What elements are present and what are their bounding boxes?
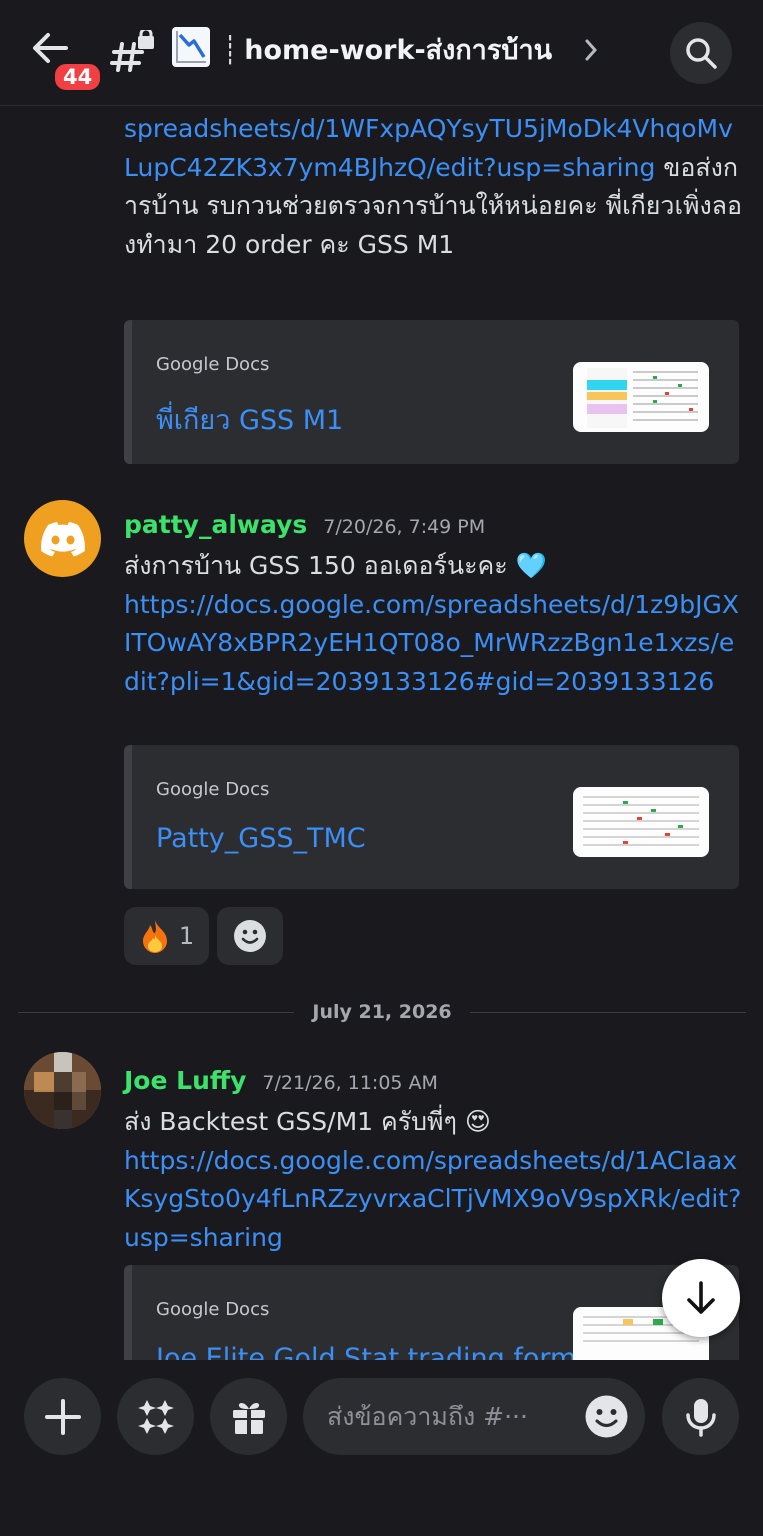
timestamp: 7/21/26, 11:05 AM [262, 1072, 438, 1094]
arrow-down-icon [687, 1281, 715, 1314]
reaction-fire[interactable]: 1 [124, 907, 209, 965]
search-button[interactable] [670, 22, 732, 84]
author-line: patty_always 7/20/26, 7:49 PM [124, 510, 485, 539]
message-link[interactable]: https://docs.google.com/spreadsheets/d/1… [124, 1146, 741, 1252]
date-divider: July 21, 2026 [18, 997, 747, 1027]
embed-provider: Google Docs [156, 779, 270, 800]
gift-icon [232, 1402, 265, 1434]
link-embed[interactable]: Google Docs Joe Elite Gold Stat trading … [124, 1265, 739, 1360]
reaction-count: 1 [178, 922, 195, 950]
timestamp: 7/20/26, 7:49 PM [323, 516, 486, 538]
reaction-bar: 1 [124, 907, 283, 965]
embed-provider: Google Docs [156, 354, 270, 375]
author-name[interactable]: patty_always [124, 510, 307, 539]
channel-separator: ┊ [222, 35, 239, 66]
channel-header: 44 ┊ home-work-ส่งการบ้าน [0, 0, 763, 106]
message-list[interactable]: spreadsheets/d/1WFxpAQYsyTU5jMoDk4VhqoMv… [0, 107, 763, 1360]
voice-message-button[interactable] [662, 1378, 739, 1455]
embed-title[interactable]: พี่เกียว GSS M1 [156, 398, 343, 441]
message-body: ส่งการบ้าน GSS 150 ออเดอร์นะคะ 🩵 https:/… [124, 547, 744, 701]
message-input-container[interactable] [303, 1378, 645, 1455]
message-text: ส่ง Backtest GSS/M1 ครับพี่ๆ 😍 [124, 1107, 491, 1136]
attach-button[interactable] [24, 1378, 101, 1455]
channel-name-text: home-work-ส่งการบ้าน [244, 35, 553, 66]
message-input[interactable] [327, 1396, 567, 1436]
author-name[interactable]: Joe Luffy [124, 1066, 246, 1095]
embed-thumbnail[interactable] [573, 787, 709, 857]
plus-icon [44, 1398, 81, 1435]
message-content: https://docs.google.com/spreadsheets/d/1… [124, 586, 744, 702]
message-content: spreadsheets/d/1WFxpAQYsyTU5jMoDk4VhqoMv… [124, 110, 744, 264]
gift-button[interactable] [210, 1378, 287, 1455]
channel-title[interactable]: ┊ home-work-ส่งการบ้าน [222, 28, 552, 71]
add-reaction-button[interactable] [217, 907, 283, 965]
message-composer [0, 1360, 763, 1536]
embed-provider: Google Docs [156, 1299, 270, 1320]
date-divider-label: July 21, 2026 [312, 1001, 452, 1023]
embed-title[interactable]: Patty_GSS_TMC [156, 823, 366, 854]
smiley-icon [585, 1395, 628, 1438]
message-link[interactable]: https://docs.google.com/spreadsheets/d/1… [124, 590, 739, 696]
jump-to-bottom-button[interactable] [662, 1259, 740, 1337]
message-text: ส่งการบ้าน GSS 150 ออเดอร์นะคะ 🩵 [124, 551, 547, 580]
embed-thumbnail[interactable] [573, 362, 709, 432]
link-embed[interactable]: Google Docs พี่เกียว GSS M1 [124, 320, 739, 464]
chart-decreasing-icon [172, 27, 210, 67]
message-content: https://docs.google.com/spreadsheets/d/1… [124, 1142, 744, 1258]
message-body: spreadsheets/d/1WFxpAQYsyTU5jMoDk4VhqoMv… [124, 110, 744, 264]
smiley-add-icon [234, 920, 266, 952]
link-embed[interactable]: Google Docs Patty_GSS_TMC [124, 745, 739, 889]
message-link[interactable]: spreadsheets/d/1WFxpAQYsyTU5jMoDk4VhqoMv… [124, 114, 733, 182]
apps-button[interactable] [117, 1378, 194, 1455]
search-icon [686, 38, 717, 69]
author-line: Joe Luffy 7/21/26, 11:05 AM [124, 1066, 438, 1095]
fire-icon [142, 920, 167, 953]
chevron-right-icon[interactable] [584, 38, 598, 66]
discord-logo-icon [40, 521, 85, 556]
avatar[interactable] [24, 500, 101, 577]
avatar[interactable] [24, 1052, 101, 1129]
app-root: 44 ┊ home-work-ส่งการบ้าน spreadsheets/d… [0, 0, 763, 1536]
apps-icon [137, 1399, 174, 1434]
emoji-picker-button[interactable] [584, 1394, 629, 1439]
microphone-icon [685, 1398, 716, 1437]
notification-badge: 44 [52, 61, 104, 93]
embed-title[interactable]: Joe Elite Gold Stat trading form [156, 1343, 576, 1360]
message-body: ส่ง Backtest GSS/M1 ครับพี่ๆ 😍 https://d… [124, 1103, 744, 1257]
locked-channel-icon [110, 27, 156, 74]
